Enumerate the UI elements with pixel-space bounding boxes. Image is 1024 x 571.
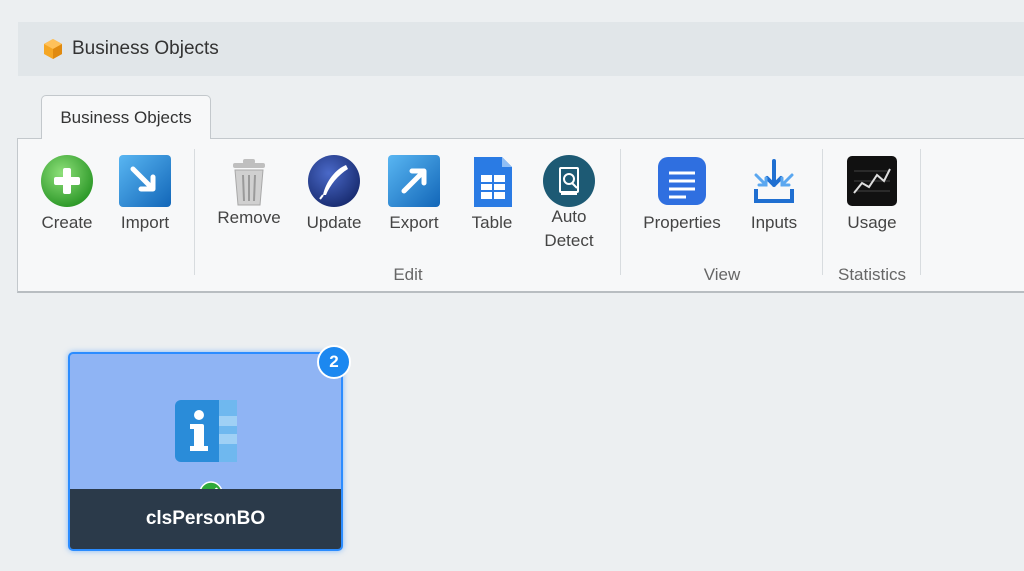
usage-button[interactable]: Usage [840,153,904,235]
create-button[interactable]: Create [36,153,98,235]
inputs-button[interactable]: Inputs [742,153,806,235]
properties-button[interactable]: Properties [638,153,726,235]
inputs-label: Inputs [750,213,798,232]
cube-icon [42,38,64,60]
statistics-group-label: Statistics [837,265,907,284]
properties-label: Properties [643,213,721,232]
trash-icon [221,153,277,209]
group-separator [822,149,823,275]
remove-label: Remove [217,208,281,227]
import-label: Import [120,213,170,232]
spreadsheet-icon [464,153,520,209]
title-bar: Business Objects [18,22,1024,76]
export-label: Export [389,213,439,232]
import-button[interactable]: Import [114,153,176,235]
auto-detect-button[interactable]: Auto Detect [536,153,602,253]
group-separator [920,149,921,275]
info-book-icon [175,400,237,469]
chart-monitor-icon [844,153,900,209]
quill-pen-icon [306,153,362,209]
ribbon-toolbar: Create Import Remove Update Export Table… [17,138,1024,293]
auto-detect-icon [541,153,597,209]
export-button[interactable]: Export [384,153,444,235]
table-button[interactable]: Table [462,153,522,235]
count-badge: 2 [317,345,351,379]
business-object-card[interactable]: clsPersonBO 2 [68,345,351,551]
tab-business-objects[interactable]: Business Objects [41,95,211,139]
page-title: Business Objects [72,38,219,59]
card-footer: clsPersonBO [70,489,341,549]
edit-group-label: Edit [393,265,423,284]
group-separator [620,149,621,275]
import-icon [117,153,173,209]
document-icon [654,153,710,209]
add-circle-icon [39,153,95,209]
export-icon [386,153,442,209]
remove-button[interactable]: Remove [215,153,283,230]
inputs-icon [746,153,802,209]
create-label: Create [41,213,93,232]
update-button[interactable]: Update [301,153,367,235]
view-group-label: View [703,265,741,284]
auto-detect-label: Auto Detect [544,207,594,250]
table-label: Table [471,213,513,232]
group-separator [194,149,195,275]
usage-label: Usage [847,213,897,232]
card-title: clsPersonBO [145,508,266,529]
update-label: Update [306,213,362,232]
